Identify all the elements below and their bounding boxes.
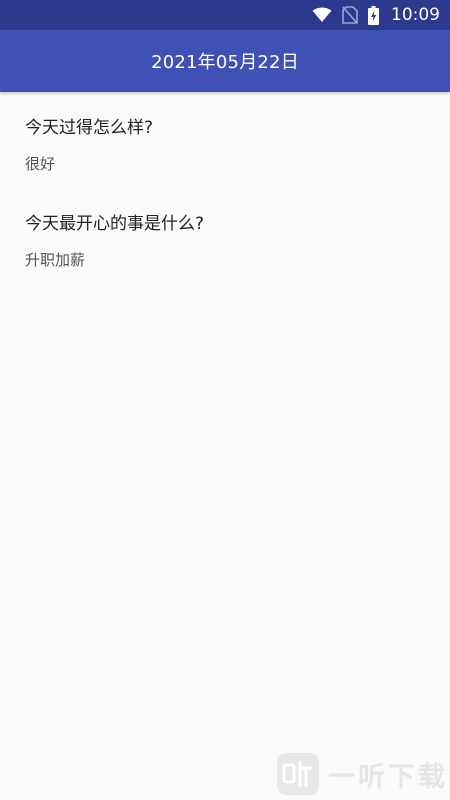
watermark: 一听下载 xyxy=(276,752,448,796)
diary-entry: 今天最开心的事是什么? 升职加薪 xyxy=(25,213,425,270)
battery-charging-icon xyxy=(368,5,379,25)
app-bar: 2021年05月22日 xyxy=(0,30,450,92)
status-time: 10:09 xyxy=(391,5,440,25)
entry-answer: 升职加薪 xyxy=(25,251,86,269)
status-bar: 10:09 xyxy=(0,0,450,30)
watermark-text: 一听下载 xyxy=(328,761,448,793)
diary-entry: 今天过得怎么样? 很好 xyxy=(25,117,425,174)
status-icons: 10:09 xyxy=(312,0,440,30)
entry-question: 今天最开心的事是什么? xyxy=(25,214,205,234)
entry-question: 今天过得怎么样? xyxy=(25,118,154,138)
diary-content: 今天过得怎么样? 很好 今天最开心的事是什么? 升职加薪 xyxy=(0,92,450,800)
watermark-logo-icon xyxy=(276,752,320,796)
wifi-icon xyxy=(312,7,332,23)
no-sim-icon xyxy=(342,6,358,24)
entry-answer: 很好 xyxy=(25,155,56,173)
page-title: 2021年05月22日 xyxy=(151,52,299,73)
